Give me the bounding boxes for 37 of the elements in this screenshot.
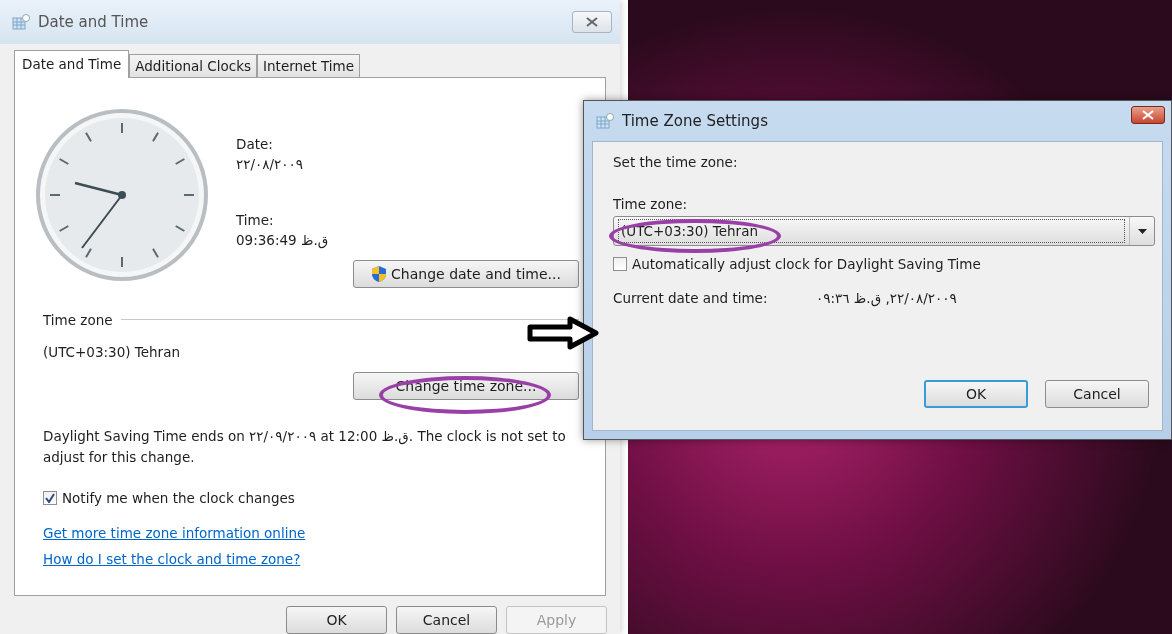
checkbox[interactable] <box>613 257 627 271</box>
prompt-text: Set the time zone: <box>613 154 739 170</box>
dst-notice: Daylight Saving Time ends on ٢٢/٠٩/٢٠٠٩ at 12:00 ق.ظ. The clock is not set to adjust for this change. <box>43 426 567 467</box>
group-heading: Time zone <box>43 311 113 328</box>
date-label: Date: <box>236 134 274 154</box>
dialog-button[interactable]: Cancel <box>1045 380 1149 408</box>
dialog-button[interactable]: OK <box>924 380 1028 408</box>
calendar-clock-icon <box>12 13 30 30</box>
dialog-button[interactable]: Cancel <box>396 606 497 634</box>
calendar-clock-icon <box>596 113 614 129</box>
current-time-label: Current date and time: <box>613 290 769 306</box>
help-link[interactable]: Get more time zone information online <box>43 519 306 546</box>
window-title: Date and Time <box>38 12 150 31</box>
close-button[interactable] <box>572 10 612 33</box>
time-label: Time: <box>236 210 275 230</box>
tab[interactable]: Date and Time <box>14 49 130 78</box>
field-label: Time zone: <box>613 196 689 212</box>
date-value: ٢٢/٠٨/٢٠٠٩ <box>236 154 305 174</box>
current-time-value: ٢٢/٠٨/٢٠٠٩, ق.ظ ٠٩:٣٦ <box>816 290 957 306</box>
tab[interactable]: Internet Time <box>257 53 360 77</box>
close-icon <box>1142 110 1154 120</box>
checkbox[interactable] <box>43 490 57 505</box>
tab[interactable]: Additional Clocks <box>129 53 258 77</box>
help-link[interactable]: How do I set the clock and time zone? <box>43 545 301 572</box>
close-icon <box>586 16 598 27</box>
window-title: Time Zone Settings <box>622 112 769 130</box>
caret-icon <box>1137 228 1147 234</box>
checkbox-label: Notify me when the clock changes <box>62 489 295 506</box>
dialog-button[interactable]: OK <box>286 606 387 634</box>
checkbox-label: Automatically adjust clock for Daylight Saving Time <box>632 256 981 272</box>
change-date-time-button[interactable]: Change date and time... <box>353 259 579 288</box>
time-zone-value: (UTC+03:30) Tehran <box>43 343 181 360</box>
shield-icon <box>371 264 388 283</box>
close-button[interactable] <box>1131 106 1165 124</box>
time-value: 09:36:49 ق.ظ <box>236 230 330 250</box>
right-arrow-icon <box>527 316 599 350</box>
time-zone-dropdown[interactable]: (UTC+03:30) Tehran <box>613 216 1155 246</box>
